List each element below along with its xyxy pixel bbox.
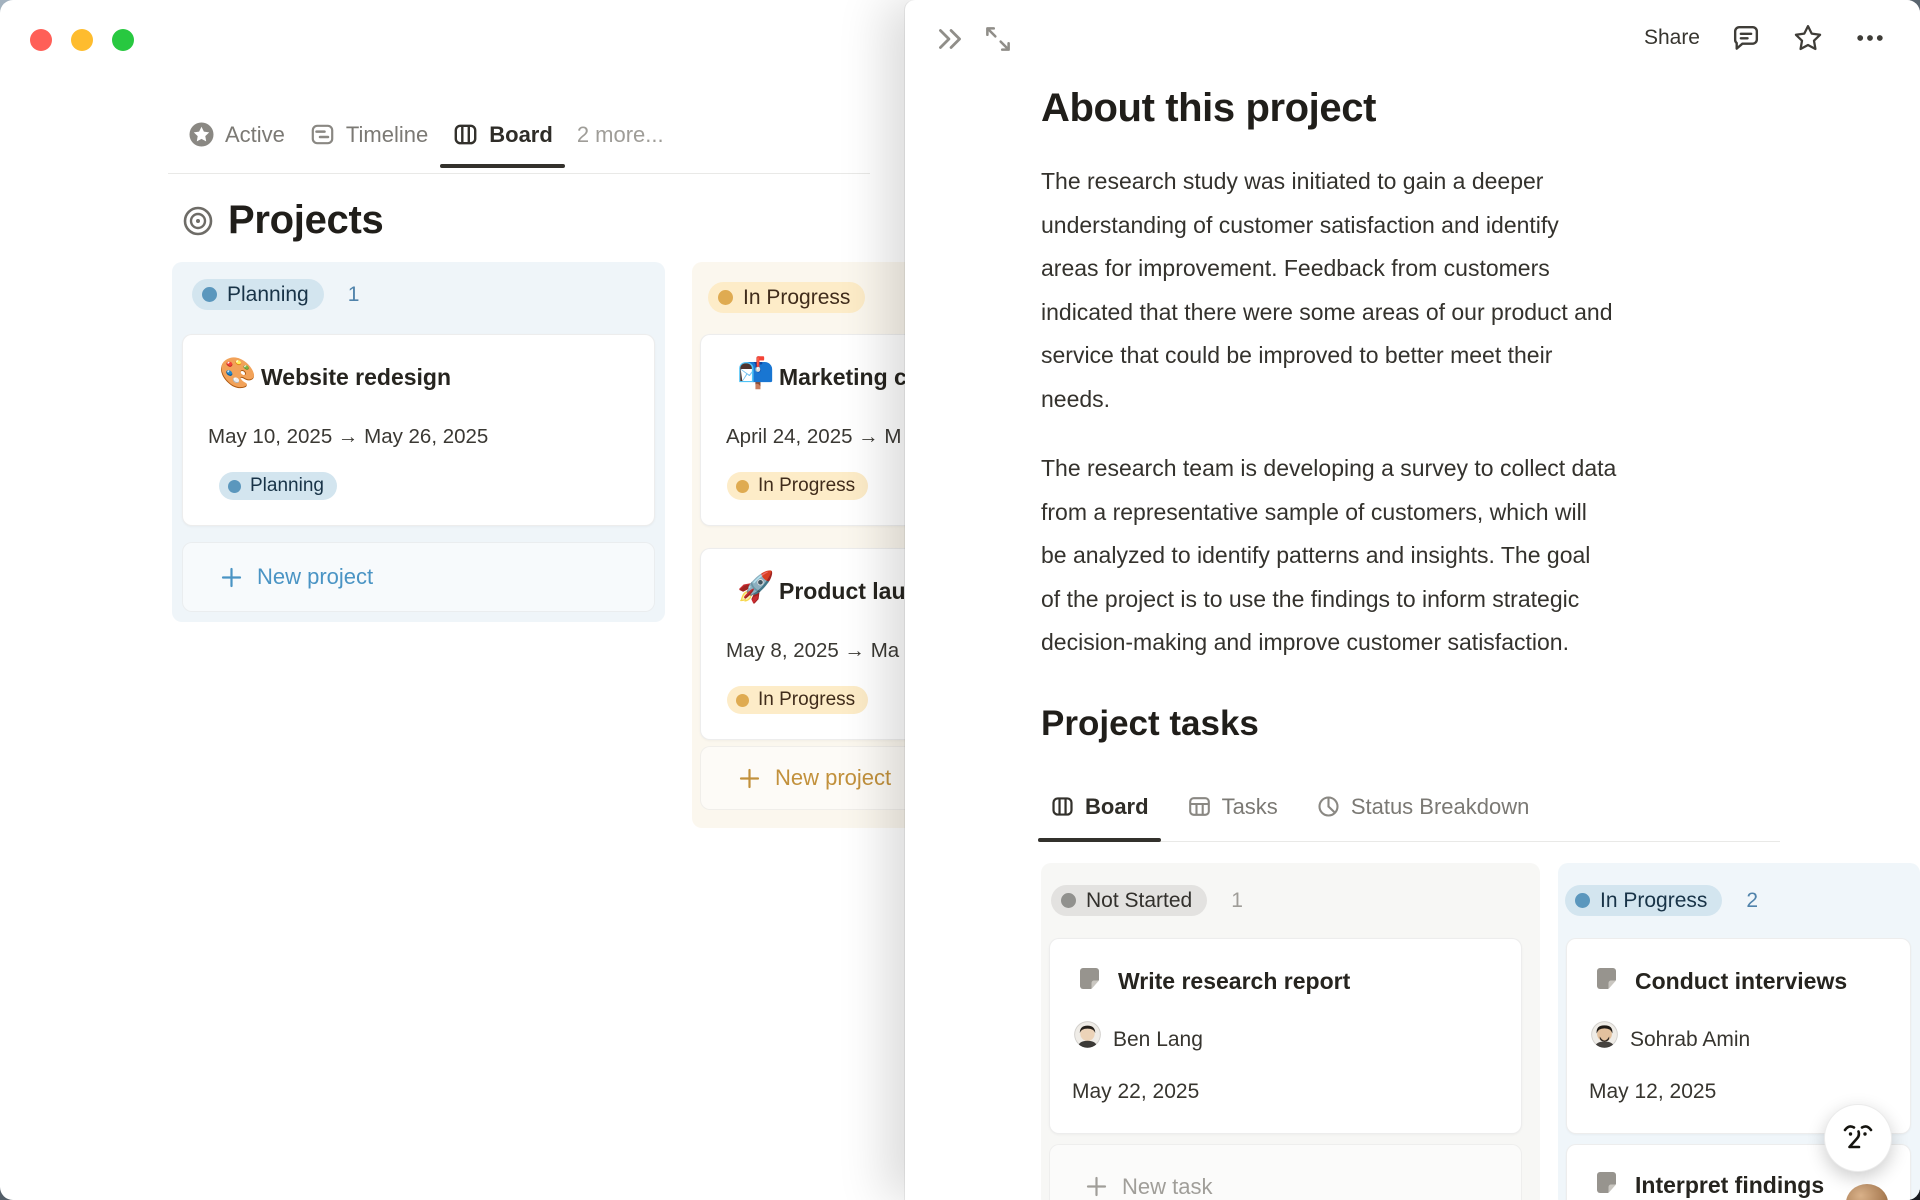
status-dot — [202, 287, 217, 302]
tab-more-views[interactable]: 2 more... — [565, 102, 676, 167]
project-card-website-redesign[interactable]: 🎨 Website redesign May 10, 2025 → May 26… — [182, 334, 655, 526]
status-dot — [736, 693, 749, 707]
minimize-window-button[interactable] — [71, 29, 93, 51]
board-column-planning: Planning 1 🎨 Website redesign May 10, 20… — [172, 262, 665, 622]
board-icon — [1050, 794, 1075, 819]
status-badge: Planning — [192, 279, 324, 310]
avatar — [1591, 1021, 1618, 1048]
tab-active-view[interactable]: Active — [176, 102, 297, 167]
tab-label: Board — [1085, 793, 1149, 819]
column-count: 2 — [1746, 888, 1759, 912]
tab-label: Tasks — [1221, 793, 1278, 819]
status-dot — [1061, 893, 1076, 908]
status-badge: Not Started — [1051, 885, 1208, 916]
column-count: 1 — [347, 282, 360, 306]
card-title: Marketing c — [779, 364, 907, 390]
expand-page-icon[interactable] — [981, 22, 1015, 56]
note-page-icon — [1592, 1168, 1621, 1200]
new-project-button[interactable]: New project — [182, 542, 655, 612]
card-title: Interpret findings — [1635, 1172, 1825, 1198]
card-title: Write research report — [1118, 968, 1351, 994]
tab-tasks-table-view[interactable]: Tasks — [1175, 772, 1290, 841]
window-controls — [30, 29, 134, 51]
card-date: May 22, 2025 — [1072, 1080, 1200, 1103]
status-badge: In Progress — [727, 686, 869, 714]
plus-icon — [219, 565, 244, 590]
status-badge: Planning — [219, 472, 337, 500]
palette-emoji-icon: 🎨 — [219, 357, 257, 390]
timeline-icon — [309, 121, 336, 148]
tab-label: Timeline — [345, 121, 429, 147]
rocket-emoji-icon: 🚀 — [737, 571, 775, 604]
comments-icon[interactable] — [1730, 22, 1762, 54]
favorite-star-icon[interactable] — [1792, 22, 1824, 54]
pie-chart-icon — [1316, 794, 1341, 819]
close-peek-chevrons-icon[interactable] — [933, 22, 967, 56]
card-dates: May 10, 2025 → May 26, 2025 — [208, 425, 489, 448]
tab-tasks-board-view[interactable]: Board — [1038, 772, 1161, 842]
column-count: 1 — [1231, 888, 1243, 912]
notion-ai-button[interactable] — [1824, 1104, 1892, 1172]
tab-board-view[interactable]: Board — [440, 102, 565, 168]
card-title: Product laun — [779, 578, 920, 604]
tab-label: 2 more... — [576, 121, 664, 147]
tab-timeline-view[interactable]: Timeline — [297, 102, 440, 167]
assignee-name: Sohrab Amin — [1630, 1028, 1751, 1051]
table-icon — [1187, 794, 1212, 819]
tasks-view-tab-bar: Board Tasks Status Breakdown — [1038, 772, 1780, 842]
tab-label: Status Breakdown — [1350, 793, 1530, 819]
close-window-button[interactable] — [30, 29, 52, 51]
status-dot — [1575, 893, 1590, 908]
note-page-icon — [1075, 964, 1104, 998]
tasks-column-not-started: Not Started 1 Write research report Ben … — [1041, 863, 1540, 1200]
plus-icon — [737, 766, 762, 791]
share-button[interactable]: Share — [1644, 26, 1700, 50]
status-badge: In Progress — [1565, 885, 1723, 916]
status-dot — [736, 479, 749, 493]
task-card-write-research-report[interactable]: Write research report Ben Lang May 22, 2… — [1049, 938, 1522, 1134]
card-dates: May 8, 2025 → Ma — [726, 639, 900, 662]
status-badge: In Progress — [727, 472, 869, 500]
note-page-icon — [1592, 964, 1621, 998]
status-dot — [228, 479, 241, 493]
page-title-text: Projects — [228, 198, 384, 242]
card-date: May 12, 2025 — [1589, 1080, 1717, 1103]
card-title: Conduct interviews — [1635, 968, 1848, 994]
target-icon — [182, 205, 214, 237]
mailbox-emoji-icon: 📬 — [737, 357, 775, 390]
card-dates: April 24, 2025 → M — [726, 425, 902, 448]
assignee-name: Ben Lang — [1113, 1028, 1203, 1051]
tab-label: Active — [225, 121, 285, 147]
side-peek-panel: Share About this project The research st… — [905, 0, 1920, 1200]
new-task-button[interactable]: New task — [1049, 1144, 1522, 1200]
status-dot — [718, 290, 733, 305]
more-options-icon[interactable] — [1854, 22, 1886, 54]
zoom-window-button[interactable] — [112, 29, 134, 51]
about-paragraph-1: The research study was initiated to gain… — [1041, 168, 1613, 412]
board-icon — [452, 121, 479, 148]
plus-icon — [1084, 1174, 1109, 1199]
about-heading: About this project — [1041, 86, 1377, 130]
star-badge-icon — [188, 121, 215, 148]
status-badge: In Progress — [708, 282, 866, 313]
card-title: Website redesign — [261, 364, 452, 390]
about-paragraph-2: The research team is developing a survey… — [1041, 455, 1617, 655]
view-tab-bar: Active Timeline Board 2 more... — [168, 102, 870, 174]
ai-face-icon — [1838, 1118, 1878, 1158]
tab-status-breakdown-view[interactable]: Status Breakdown — [1304, 772, 1542, 841]
page-title: Projects — [182, 198, 384, 243]
notion-window: Active Timeline Board 2 more... Projects… — [0, 0, 1920, 1200]
avatar — [1074, 1021, 1101, 1048]
tab-label: Board — [489, 121, 553, 147]
project-tasks-heading: Project tasks — [1041, 704, 1259, 743]
